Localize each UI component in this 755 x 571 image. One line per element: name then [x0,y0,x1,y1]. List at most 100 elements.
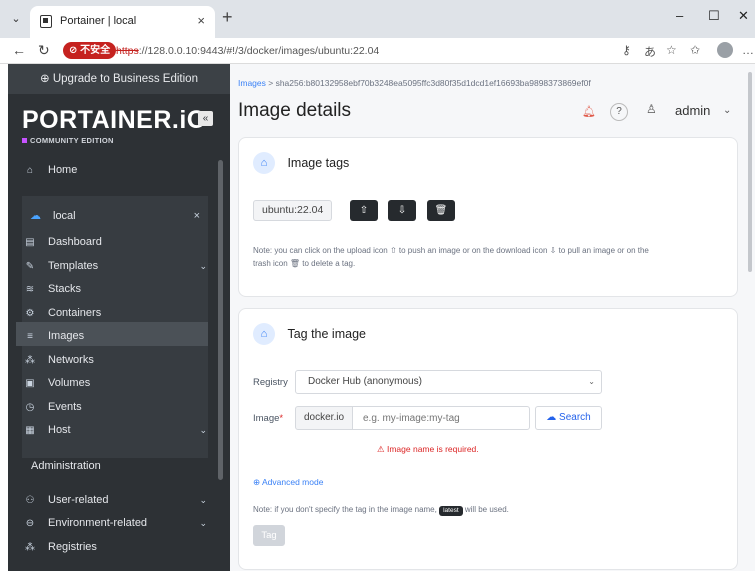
maximize-icon[interactable]: ☐ [708,8,720,24]
chevron-down-icon: ⌄ [199,261,207,271]
docker-icon: ☁ [30,210,41,222]
note-line-2: trash icon 🗑 to delete a tag. [253,259,356,268]
chevron-down-icon: ⌄ [588,377,595,386]
close-environment-icon[interactable]: × [194,206,200,226]
upgrade-icon: ⊕ [40,73,50,85]
card-title: Image tags [287,156,350,170]
minimize-icon[interactable]: – [676,8,683,23]
tab-menu-icon[interactable]: ⌄ [6,10,26,28]
image-tags-card: ⌂ Image tags ubuntu:22.04 ⇧ ⇩ 🗑︎ Note: y… [238,137,738,297]
sidebar-scrollbar[interactable] [218,160,223,480]
delete-tag-button[interactable]: 🗑︎ [427,200,455,221]
registry-label: Registry [253,377,288,388]
containers-icon: ⚙ [25,308,35,319]
notification-bell-icon[interactable]: 🔔︎ [578,101,600,123]
insecure-badge[interactable]: ⊘ 不安全 [63,42,117,59]
page-title: Image details [238,100,352,121]
sidebar-item-registries[interactable]: ⁂ Registries [22,537,217,557]
image-error-message: ⚠ Image name is required. [377,444,479,454]
url-protocol: https [116,45,139,57]
tag-icon: ⌂ [253,152,275,174]
events-icon: ◷ [25,402,35,413]
environment-name: local [53,210,76,222]
help-icon[interactable]: ? [610,103,628,121]
address-bar: ← ↻ ⊘ 不安全 https://128.0.0.10:9443/#!/3/d… [0,38,755,64]
sidebar-item-label: Containers [48,307,102,319]
upgrade-label: Upgrade to Business Edition [52,73,198,85]
image-name-input[interactable] [352,406,530,430]
sidebar-item-networks[interactable]: ⁂ Networks [22,350,217,370]
templates-icon: ✎ [25,261,35,272]
home-icon: ⌂ [26,165,34,176]
sidebar-item-label: Registries [48,541,97,553]
translate-icon[interactable]: あ [644,43,656,60]
note-line-1: Note: you can click on the upload icon ⇧… [253,246,649,255]
registries-icon: ⁂ [25,542,35,553]
tag-button[interactable]: Tag [253,525,285,546]
stacks-icon: ≋ [25,284,35,295]
breadcrumb-images-link[interactable]: Images [238,78,266,88]
sidebar-item-user-related[interactable]: ⚇ User-related ⌄ [22,490,217,510]
portainer-favicon-icon [40,15,52,28]
main-content: Images > sha256:b80132958ebf70b3248ea509… [230,64,755,571]
favorites-bar-icon[interactable]: ✩ [690,43,700,57]
url-text[interactable]: https://128.0.0.10:9443/#!/3/docker/imag… [116,45,379,57]
sidebar-item-environment-related[interactable]: ⊖ Environment-related ⌄ [22,513,217,533]
profile-avatar[interactable] [717,42,733,58]
sidebar-item-label: User-related [48,494,109,506]
browser-tab[interactable]: Portainer | local × [30,6,215,38]
chevron-down-icon: ⌄ [199,425,207,435]
reload-icon[interactable]: ↻ [38,42,50,59]
sidebar-item-home[interactable]: ⌂ Home [22,160,217,180]
user-icon[interactable]: ♙ [646,102,657,116]
docker-icon: ☁ [546,412,557,423]
tag-icon: ⌂ [253,323,275,345]
push-image-button[interactable]: ⇧ [350,200,378,221]
sidebar-item-containers[interactable]: ⚙ Containers [22,303,217,323]
sidebar-item-dashboard[interactable]: ▤ Dashboard [22,232,217,252]
page-scrollbar[interactable] [748,72,752,272]
sidebar-item-volumes[interactable]: ▣ Volumes [22,373,217,393]
more-menu-icon[interactable]: … [742,43,754,57]
search-button[interactable]: ☁ Search [535,406,602,430]
registry-prefix: docker.io [295,406,353,430]
environment-header[interactable]: ☁ local × [30,206,200,226]
sidebar: ⊕ Upgrade to Business Edition PORTAINER.… [8,64,230,571]
user-menu-name[interactable]: admin [675,103,710,118]
sidebar-item-host[interactable]: ▦ Host ⌄ [22,420,217,440]
sidebar-item-label: Host [48,424,71,436]
sidebar-item-label: Dashboard [48,236,102,248]
breadcrumb-current: sha256:b80132958ebf70b3248ea5095ffc3d80f… [275,78,591,88]
tag-note: Note: if you don't specify the tag in th… [253,503,723,516]
administration-heading: Administration [31,460,101,472]
tag-image-card: ⌂ Tag the image Registry Docker Hub (ano… [238,308,738,570]
new-tab-icon[interactable]: + [222,7,233,28]
upgrade-button[interactable]: ⊕ Upgrade to Business Edition [8,64,230,94]
key-icon[interactable]: ⚷ [622,43,631,57]
host-icon: ▦ [25,425,35,436]
pull-image-button[interactable]: ⇩ [388,200,416,221]
tab-title: Portainer | local [60,15,137,27]
portainer-logo[interactable]: PORTAINER.iO [22,106,207,135]
window-close-icon[interactable]: ✕ [738,8,749,24]
breadcrumb-separator: > [268,78,276,88]
users-icon: ⚇ [25,495,35,506]
chevron-down-icon[interactable]: ⌄ [723,105,731,116]
registry-select[interactable]: Docker Hub (anonymous) ⌄ [295,370,602,394]
sidebar-item-label: Events [48,401,82,413]
chevron-down-icon: ⌄ [199,518,207,528]
sidebar-item-label: Environment-related [48,517,148,529]
advanced-mode-link[interactable]: ⊕ Advanced mode [253,477,323,488]
sidebar-item-stacks[interactable]: ≋ Stacks [22,279,217,299]
back-arrow-icon[interactable]: ← [12,42,26,58]
sidebar-item-events[interactable]: ◷ Events [22,397,217,417]
tab-close-icon[interactable]: × [197,13,205,28]
favorite-star-icon[interactable]: ☆ [666,43,677,57]
registry-selected-value: Docker Hub (anonymous) [308,376,422,387]
images-icon: ≡ [27,331,33,342]
browser-tabstrip: ⌄ Portainer | local × + – ☐ ✕ [0,0,755,38]
sidebar-item-images[interactable]: ≡ Images [22,326,217,346]
collapse-sidebar-icon[interactable]: « [198,111,213,126]
sidebar-item-templates[interactable]: ✎ Templates ⌄ [22,256,217,276]
image-tags-note: Note: you can click on the upload icon ⇧… [253,244,723,270]
